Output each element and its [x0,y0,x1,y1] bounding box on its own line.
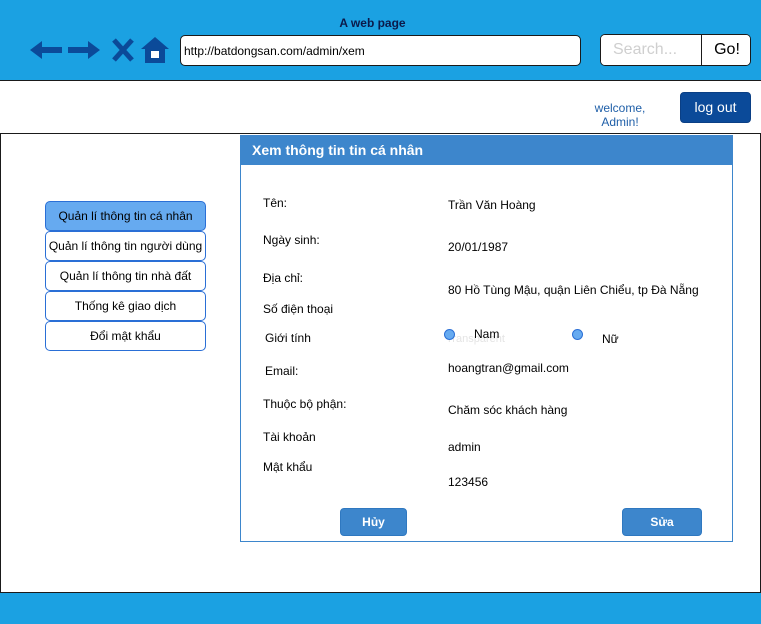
department-label: Thuộc bộ phận: [263,397,347,411]
window-title: A web page [339,16,406,30]
panel-title: Xem thông tin tin cá nhân [241,136,732,165]
email-label: Email: [265,364,299,378]
gender-label: Giới tính [265,331,311,345]
address-label: Địa chỉ: [263,271,304,285]
sidebar-item-user-management[interactable]: Quản lí thông tin người dùng [45,231,206,261]
welcome-greeting: welcome, [594,101,646,115]
email-value: hoangtran@gmail.com [448,361,569,375]
edit-button[interactable]: Sửa [622,508,702,536]
dob-label: Ngày sinh: [263,233,320,247]
name-value: Trần Văn Hoàng [448,198,536,212]
gender-female-label: Nữ [602,332,619,346]
welcome-text: welcome, Admin! [590,101,650,129]
sidebar-item-transaction-stats[interactable]: Thống kê giao dịch [45,291,206,321]
account-label: Tài khoản [263,430,316,444]
search-input[interactable] [601,35,702,65]
sidebar-item-change-password[interactable]: Đổi mật khẩu [45,321,206,351]
go-button[interactable]: Go! [702,35,750,65]
gender-male-label: Nam [474,327,500,341]
home-icon[interactable] [140,36,170,64]
gender-male-radio[interactable] [444,329,455,340]
logout-button[interactable]: log out [680,92,751,123]
gender-female-radio[interactable] [572,329,583,340]
phone-label: Số điện thoại [263,302,334,316]
account-value: admin [448,440,481,454]
welcome-username: Admin! [601,115,639,129]
forward-arrow-icon[interactable] [68,40,100,60]
dob-value: 20/01/1987 [448,240,509,254]
password-value: 123456 [448,475,489,489]
sidebar-item-personal-info[interactable]: Quản lí thông tin cá nhân [45,201,206,231]
stop-icon[interactable] [112,38,134,62]
department-value: Chăm sóc khách hàng [448,403,568,417]
password-label: Mật khẩu [263,460,313,474]
browser-toolbar: A web page http://batdongsan.com/admin/x… [0,0,761,81]
cancel-button[interactable]: Hủy [340,508,407,536]
name-label: Tên: [263,196,288,210]
back-arrow-icon[interactable] [30,40,62,60]
address-value: 80 Hồ Tùng Mậu, quận Liên Chiểu, tp Đà N… [448,283,699,297]
search-box: Go! [600,34,751,66]
url-bar[interactable]: http://batdongsan.com/admin/xem [180,35,581,66]
page-footer [0,592,761,624]
sidebar-item-property-management[interactable]: Quản lí thông tin nhà đất [45,261,206,291]
